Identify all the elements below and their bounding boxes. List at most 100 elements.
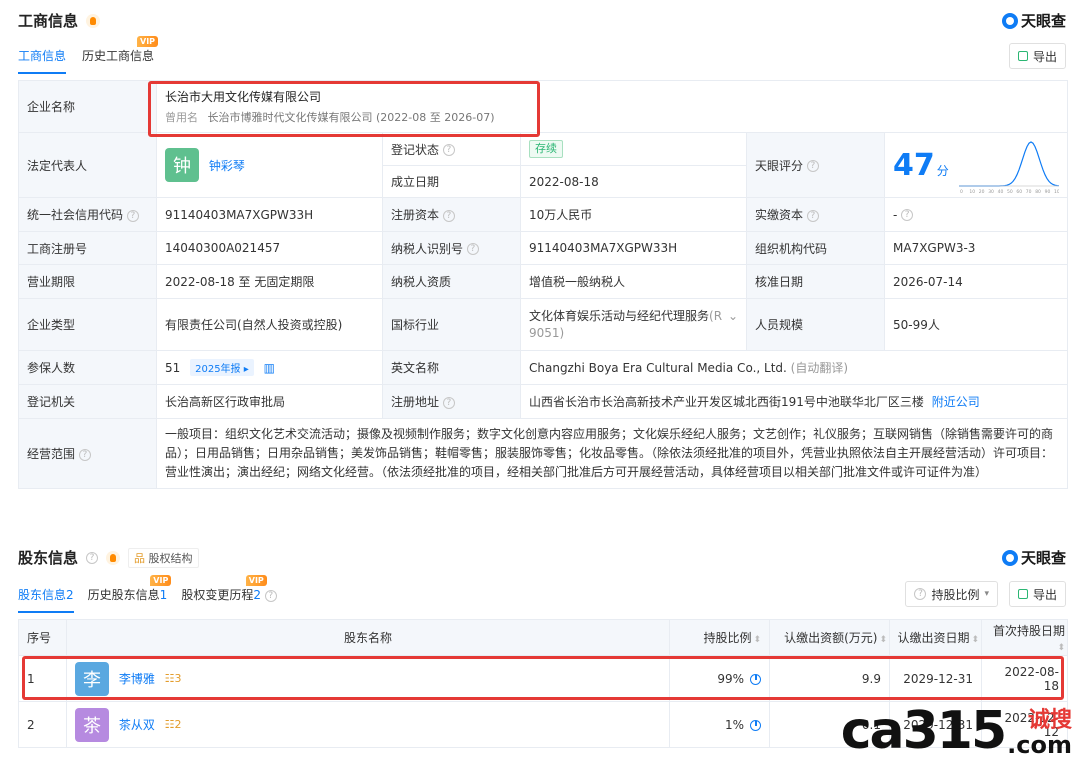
notify-badge-icon[interactable] [86,13,101,28]
sort-icon: ⬍ [753,635,761,645]
notify-badge-icon[interactable] [106,550,121,565]
ratio-label: 持股比例 [931,587,980,602]
chart-icon[interactable]: ▥ [264,361,275,375]
help-icon[interactable]: ? [442,209,455,222]
label-reg-capital: 注册资本 ? [382,197,521,232]
legal-rep-link[interactable]: 钟彩琴 [209,159,245,173]
paid-capital-cell: - ? [883,197,1069,232]
pie-chart-icon[interactable] [750,719,761,731]
shareholder-section-title: 股东信息 [18,549,79,567]
sort-icon: ⬍ [879,635,887,645]
shareholder-tabs: 股东信息2 历史股东信息1 VIP 股权变更历程2 ? VIP [18,575,277,613]
relation-badge[interactable]: ☷3 [165,672,182,685]
first-hold-date: 2022-08-18 [981,655,1068,702]
tab-label: 股东信息 [18,588,67,602]
relation-icon: ☷ [164,672,175,685]
annual-report-chip[interactable]: 2025年报 ▸ [190,359,254,376]
score-unit: 分 [936,163,949,178]
industry-cell[interactable]: 文化体育娱乐活动与经纪代理服务(R 9051) ⌄ [520,298,747,351]
brand-name: 天眼查 [1020,549,1066,567]
business-scope: 一般项目：组织文化艺术交流活动；摄像及视频制作服务；数字文化创意内容应用服务；文… [155,418,1069,489]
help-icon[interactable]: ? [442,144,455,156]
taxpayer-id: 91140403MA7XGPW33H [520,231,747,265]
score-curve-chart: 0 10 2030 405060 7080 90100 [959,141,1060,194]
ratio-cell: 99% [669,655,770,702]
help-icon[interactable]: ? [466,243,479,255]
tab-count: 1 [159,588,168,602]
distribution-line [959,141,1060,187]
export-button[interactable]: 导出 [1008,43,1066,69]
tick-label: 70 [1026,189,1032,194]
label-text: 天眼评分 [755,158,804,173]
ratio-sort-dropdown[interactable]: ? 持股比例 ▾ [905,581,998,607]
tick-label: 40 [998,189,1004,194]
staff-size: 50-99人 [883,298,1069,351]
tab-label: 历史工商信息 [82,49,155,63]
col-ratio[interactable]: 持股比例 ⬍ [669,619,770,656]
holder-name-link[interactable]: 李博雅 [119,672,155,686]
label-industry: 国标行业 [382,298,521,351]
tab-history-business-info[interactable]: 历史工商信息 VIP [82,36,159,74]
holder-name-cell: 茶 茶从双 ☷2 [66,701,670,748]
label-text: 经营范围 [27,447,76,461]
legal-rep-avatar: 钟 [165,148,199,182]
tab-history-shareholders[interactable]: 历史股东信息1 VIP [87,575,172,613]
label-staff-size: 人员规模 [746,298,885,351]
help-icon[interactable]: ? [806,160,819,172]
tick-label: 60 [1016,189,1022,194]
brand-name: 天眼查 [1020,12,1066,30]
tab-business-info[interactable]: 工商信息 [18,47,67,74]
label-text: 注册地址 [391,395,440,409]
col-label: 认缴出资额(万元) [784,631,878,645]
watermark-text: ca315 [840,701,1007,759]
tab-label: 历史股东信息 [87,588,160,602]
former-name: 长治市博雅时代文化传媒有限公司 (2022-08 至 2026-07) [207,111,495,124]
label-reg-status: 登记状态 ? [382,132,521,166]
business-section-header: 工商信息 [18,10,101,31]
help-icon[interactable]: ? [806,209,819,222]
label-taxpayer-qual: 纳税人资质 [382,264,521,299]
col-first-date[interactable]: 首次持股日期 ⬍ [981,619,1068,656]
help-icon[interactable]: ? [264,589,277,602]
label-paid-capital: 实缴资本 ? [746,197,885,232]
help-icon[interactable]: ? [442,396,455,409]
col-label: 首次持股日期 [992,624,1065,638]
col-due-date[interactable]: 认缴出资日期 ⬍ [889,619,982,656]
tab-count: 2 [253,588,261,602]
score-value[interactable]: 47 [893,148,935,183]
label-approval-date: 核准日期 [746,264,885,299]
pie-chart-icon[interactable] [750,673,761,685]
label-text: 统一社会信用代码 [27,208,124,222]
tab-label: 股权变更历程 [181,588,254,602]
tab-shareholders[interactable]: 股东信息2 [18,586,74,613]
help-icon[interactable]: ? [126,209,139,222]
insured-count: 51 [165,361,181,375]
holding-ratio: 99% [717,671,744,686]
help-icon[interactable]: ? [86,551,99,564]
relation-badge[interactable]: ☷2 [165,718,182,731]
export-icon [1017,589,1028,599]
help-icon[interactable]: ? [78,448,91,461]
watermark-cn: 诚搜 [1027,708,1072,733]
col-amount[interactable]: 认缴出资额(万元) ⬍ [769,619,890,656]
help-icon[interactable]: ? [901,209,914,221]
address: 山西省长治市长治高新技术产业开发区城北西街191号中池联华北厂区三楼 [529,395,924,409]
label-company-name: 企业名称 [18,80,157,133]
equity-structure-button[interactable]: 品 股权结构 [128,547,199,568]
nearby-companies-link[interactable]: 附近公司 [932,395,980,409]
label-text: 登记状态 [391,142,440,157]
label-term: 营业期限 [18,264,157,299]
shareholder-export-button[interactable]: 导出 [1008,581,1066,607]
business-tabs: 工商信息 历史工商信息 VIP [18,36,159,74]
org-code: MA7XGPW3-3 [883,231,1069,265]
label-found-date: 成立日期 [382,165,521,198]
label-score: 天眼评分 ? [746,132,885,198]
company-name[interactable]: 长治市大用文化传媒有限公司 [165,88,1059,105]
table-row[interactable]: 1 李 李博雅 ☷3 99% 9.9 2029-12-31 2022-08-18 [18,655,1068,702]
auto-translate-note: (自动翻译) [790,361,849,375]
holding-ratio: 1% [724,717,744,732]
caret-down-icon: ▾ [984,589,989,599]
tab-equity-changes[interactable]: 股权变更历程2 ? VIP [181,575,277,613]
holder-name-link[interactable]: 茶从双 [119,718,155,732]
export-label: 导出 [1032,49,1057,64]
